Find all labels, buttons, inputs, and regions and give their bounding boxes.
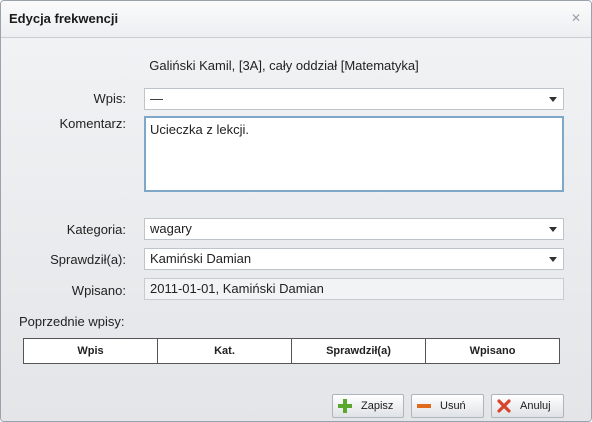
save-button-label: Zapisz	[361, 400, 394, 412]
sprawdzil-value: Kamiński Damian	[150, 251, 252, 266]
komentarz-label: Komentarz:	[59, 116, 126, 131]
kategoria-label: Kategoria:	[66, 222, 126, 237]
cancel-button[interactable]: Anuluj	[491, 394, 564, 418]
komentarz-textarea[interactable]: Ucieczka z lekcji.	[144, 116, 564, 192]
plus-icon	[338, 399, 352, 413]
student-headline: Galiński Kamil, [3A], cały oddział [Mate…	[149, 58, 419, 73]
minus-icon	[417, 404, 431, 408]
column-header-sprawdzil[interactable]: Sprawdził(a)	[292, 339, 426, 363]
delete-button[interactable]: Usuń	[411, 394, 484, 418]
wpis-value: —	[150, 91, 163, 106]
cancel-button-label: Anuluj	[520, 400, 551, 412]
column-header-kat[interactable]: Kat.	[158, 339, 292, 363]
column-header-wpisano[interactable]: Wpisano	[426, 339, 559, 363]
save-button[interactable]: Zapisz	[332, 394, 404, 418]
dialog-body: Galiński Kamil, [3A], cały oddział [Mate…	[1, 38, 591, 421]
wpisano-label: Wpisano:	[71, 283, 126, 298]
chevron-down-icon	[549, 227, 557, 232]
chevron-down-icon	[549, 257, 557, 262]
chevron-down-icon	[549, 97, 557, 102]
previous-entries-table: Wpis Kat. Sprawdził(a) Wpisano	[23, 338, 560, 364]
delete-button-label: Usuń	[440, 400, 466, 412]
dialog-titlebar[interactable]: Edycja frekwencji ✕	[1, 1, 591, 38]
wpis-label: Wpis:	[93, 91, 127, 106]
wpisano-field: 2011-01-01, Kamiński Damian	[144, 278, 564, 300]
kategoria-select[interactable]: wagary	[144, 218, 564, 240]
sprawdzil-label: Sprawdził(a):	[50, 252, 126, 267]
wpis-select[interactable]: —	[144, 88, 564, 110]
dialog-title: Edycja frekwencji	[9, 11, 119, 26]
column-header-wpis[interactable]: Wpis	[24, 339, 158, 363]
previous-entries-label: Poprzednie wpisy:	[19, 314, 125, 329]
attendance-edit-dialog: Edycja frekwencji ✕ Galiński Kamil, [3A]…	[0, 0, 592, 422]
kategoria-value: wagary	[150, 221, 192, 236]
sprawdzil-select[interactable]: Kamiński Damian	[144, 248, 564, 270]
x-icon	[497, 399, 511, 413]
close-icon[interactable]: ✕	[570, 12, 582, 24]
